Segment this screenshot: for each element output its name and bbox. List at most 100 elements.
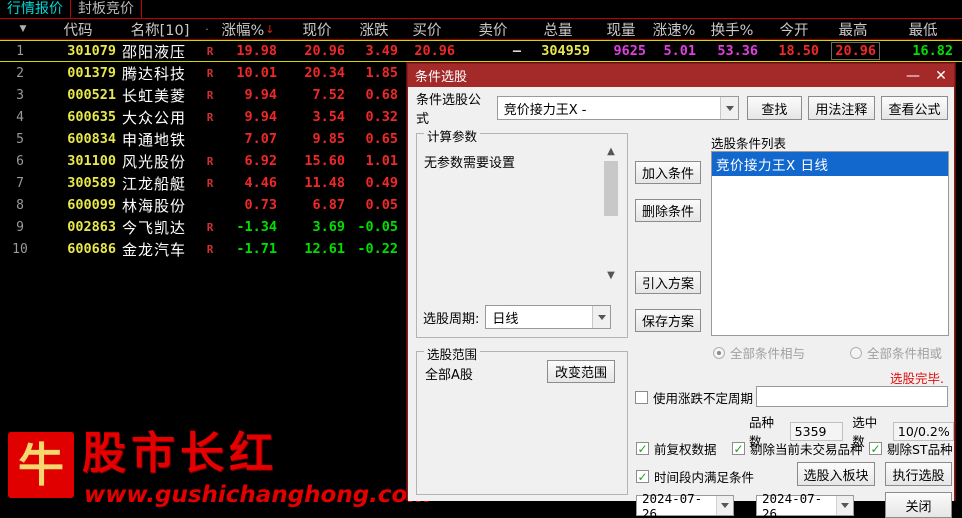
usage-note-button-label: 用法注释 — [815, 102, 868, 118]
close-icon[interactable]: ✕ — [932, 69, 950, 83]
column-header-volume[interactable]: 总量 — [524, 19, 592, 39]
cell-value: 长虹美菱 — [122, 86, 187, 105]
cell-value: 20.96 — [414, 43, 455, 59]
watermark-url: www.gushichanghong.com — [84, 482, 432, 508]
cell-value: 3 — [16, 87, 24, 103]
radio-or-label: 全部条件相或 — [867, 346, 943, 361]
select-to-block-button[interactable]: 选股入板块 — [797, 462, 875, 486]
cell-ask: – — [466, 41, 521, 61]
tab-limit-auction-label: 封板竞价 — [78, 1, 134, 17]
change-range-button[interactable]: 改变范围 — [547, 360, 615, 383]
execute-pick-button[interactable]: 执行选股 — [885, 462, 952, 486]
formula-row: 条件选股公式 竞价接力王X - 查找 用法注释 查看公式 — [416, 93, 949, 127]
column-header-chg[interactable]: 涨跌 — [348, 19, 400, 39]
find-button[interactable]: 查找 — [747, 96, 802, 120]
cell-value: 7.07 — [244, 131, 277, 147]
scroll-up-icon[interactable]: ▲ — [603, 144, 619, 160]
formula-value: 竞价接力王X - — [503, 102, 587, 118]
cell-value: 7 — [16, 175, 24, 191]
cell-code: 600686 — [42, 238, 116, 260]
calc-params-scrollbar[interactable]: ▲ ▼ — [603, 144, 619, 284]
radio-or-icon[interactable] — [850, 346, 862, 359]
tab-limit-auction[interactable]: 封板竞价 — [71, 0, 142, 18]
column-header-chgpct[interactable]: 涨幅% ↓ — [212, 19, 284, 39]
column-header-low[interactable]: 最低 — [890, 19, 956, 39]
minimize-icon[interactable]: — — [904, 69, 922, 83]
delete-condition-button-label: 删除条件 — [641, 205, 694, 220]
column-header-turn[interactable]: 换手% — [702, 19, 762, 39]
cell-open: 18.50 — [771, 41, 819, 61]
tab-quotes[interactable]: 行情报价 — [0, 0, 71, 18]
cell-value: R — [206, 220, 214, 234]
column-header-name[interactable]: 名称[10] — [118, 19, 202, 39]
radio-all-or[interactable]: 全部条件相或 — [850, 343, 942, 362]
formula-combo[interactable]: 竞价接力王X - — [496, 96, 740, 120]
cell-idx: 4 — [0, 106, 40, 128]
import-plan-button[interactable]: 引入方案 — [635, 271, 701, 294]
view-formula-button[interactable]: 查看公式 — [880, 96, 949, 120]
cell-chg: 0.65 — [350, 128, 398, 150]
cell-idx: 8 — [0, 194, 40, 216]
delete-condition-button[interactable]: 删除条件 — [635, 199, 701, 222]
watermark-seal-char: 牛 — [18, 438, 64, 492]
cell-price: 9.85 — [283, 128, 345, 150]
period-chevron-down-icon[interactable] — [592, 306, 611, 328]
date-to-chevron-down-icon[interactable] — [836, 496, 853, 515]
close-dialog-button[interactable]: 关闭 — [885, 492, 952, 518]
column-header-code[interactable]: 代码 — [40, 19, 116, 39]
sort-caret-icon[interactable]: ▼ — [6, 19, 40, 39]
scrollbar-thumb[interactable] — [604, 161, 618, 216]
cell-code: 002863 — [42, 216, 116, 238]
dialog-title-bar[interactable]: 条件选股 — ✕ — [408, 64, 954, 87]
date-to-combo[interactable]: 2024-07-26 — [756, 491, 854, 518]
uncertain-period-input[interactable] — [756, 386, 948, 407]
forward-adjust-label: 前复权数据 — [654, 442, 717, 457]
date-from-combo[interactable]: 2024-07-26 — [636, 491, 734, 518]
scroll-down-icon[interactable]: ▼ — [603, 268, 619, 284]
cell-value: 1 — [16, 43, 24, 59]
list-item[interactable]: 竞价接力王X 日线 — [712, 152, 948, 176]
forward-adjust-row[interactable]: ✓ 前复权数据 — [636, 439, 717, 458]
period-combo[interactable]: 日线 — [485, 305, 612, 329]
cell-value: 8 — [16, 197, 24, 213]
column-header-label: 最低 — [908, 22, 938, 39]
cell-chgpct: 6.92 — [215, 150, 277, 172]
exclude-st-row[interactable]: ✓ 剔除ST品种 — [869, 439, 953, 458]
dialog-window-buttons: — ✕ — [904, 64, 950, 87]
cell-value: 风光股份 — [122, 152, 187, 171]
usage-note-button[interactable]: 用法注释 — [807, 96, 875, 120]
period-match-row[interactable]: ✓ 时间段内满足条件 — [636, 467, 754, 486]
add-condition-button[interactable]: 加入条件 — [635, 161, 701, 184]
exclude-st-checkbox[interactable]: ✓ — [869, 442, 882, 455]
table-row[interactable]: 1 301079 邵阳液压 R 19.98 20.96 3.49 20.96 – 304959 96… — [0, 40, 962, 62]
exclude-untraded-checkbox[interactable]: ✓ — [732, 442, 745, 455]
import-plan-button-label: 引入方案 — [641, 277, 694, 292]
column-header-speed[interactable]: 涨速% — [646, 19, 702, 39]
column-header-open[interactable]: 今开 — [766, 19, 822, 39]
radio-and-icon[interactable] — [713, 346, 725, 359]
cell-value: 申通地铁 — [122, 130, 187, 149]
condition-list[interactable]: 竞价接力王X 日线 — [711, 151, 949, 336]
exclude-untraded-row[interactable]: ✓ 剔除当前未交易品种 — [732, 439, 863, 458]
formula-label: 条件选股公式 — [416, 93, 482, 127]
column-header-curvol[interactable]: 现量 — [594, 19, 648, 39]
cell-value: 15.60 — [304, 153, 345, 169]
uncertain-period-checkbox[interactable] — [635, 391, 648, 404]
cell-idx: 10 — [0, 238, 40, 260]
period-match-checkbox[interactable]: ✓ — [636, 470, 649, 483]
column-header-label: 涨跌 — [359, 22, 389, 39]
cell-value: 000521 — [67, 87, 116, 103]
column-header-label: 涨速% — [652, 22, 696, 39]
save-plan-button[interactable]: 保存方案 — [635, 309, 701, 332]
exclude-untraded-label: 剔除当前未交易品种 — [750, 442, 863, 457]
column-header-ask[interactable]: 卖价 — [464, 19, 522, 39]
uncertain-period-row[interactable]: 使用涨跌不定周期 — [635, 388, 753, 407]
column-header-high[interactable]: 最高 — [822, 19, 884, 39]
column-header-bid[interactable]: 买价 — [398, 19, 456, 39]
forward-adjust-checkbox[interactable]: ✓ — [636, 442, 649, 455]
date-from-chevron-down-icon[interactable] — [716, 496, 733, 515]
chevron-down-icon[interactable] — [720, 97, 739, 119]
column-header-price[interactable]: 现价 — [288, 19, 346, 39]
cell-value: 002863 — [67, 219, 116, 235]
radio-all-and[interactable]: 全部条件相与 — [713, 343, 805, 362]
